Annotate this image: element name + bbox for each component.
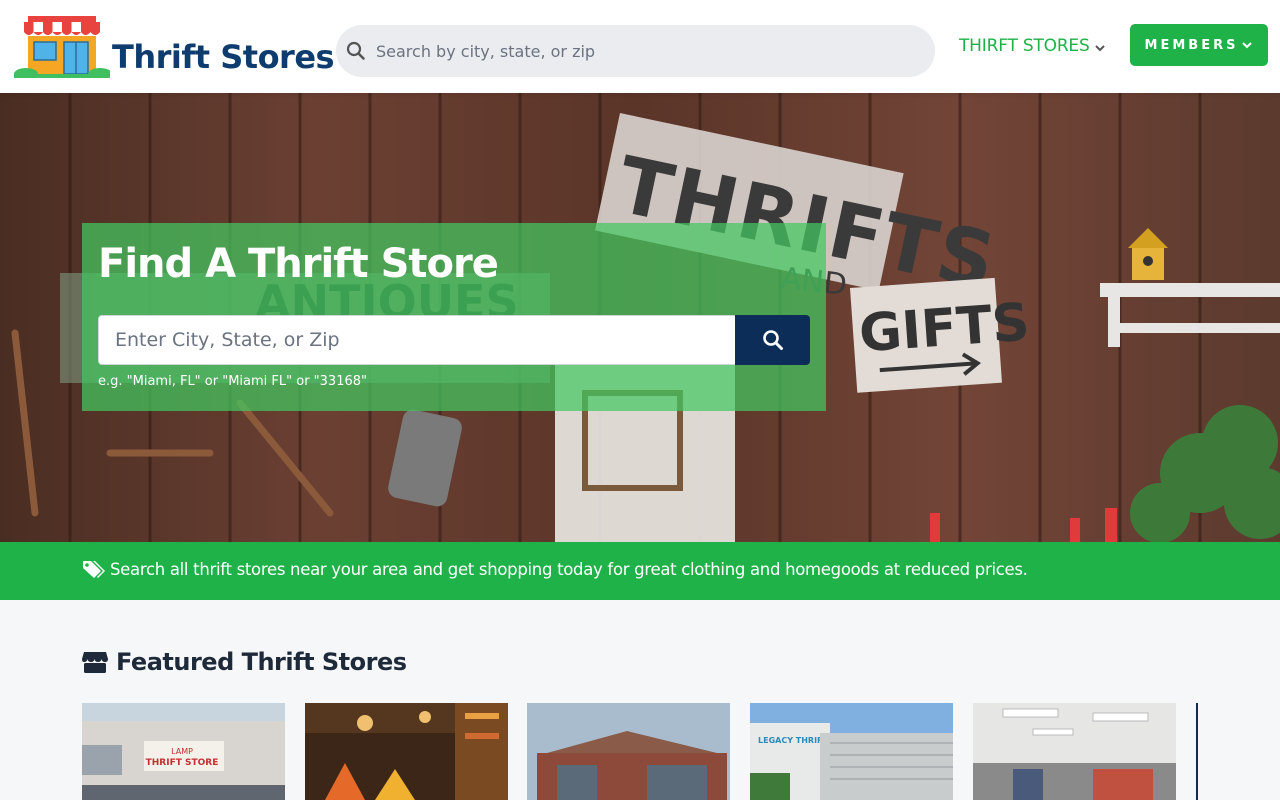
search-hint: e.g. "Miami, FL" or "Miami FL" or "33168…	[98, 374, 367, 389]
featured-store-card[interactable]: LAMP THRIFT STORE	[82, 703, 285, 800]
info-banner: Search all thrift stores near your area …	[0, 542, 1280, 600]
featured-store-card[interactable]: LEGACY THRIFT	[750, 703, 953, 800]
store-icon	[82, 652, 108, 673]
header-search-input[interactable]	[376, 25, 916, 77]
chevron-down-icon	[1094, 45, 1105, 52]
search-icon	[762, 330, 783, 350]
svg-text:GIFTS: GIFTS	[857, 293, 1031, 365]
search-icon	[346, 41, 365, 60]
store-photo: LAMP THRIFT STORE	[82, 703, 285, 800]
nav-thrift-stores[interactable]: THIRFT STORES	[959, 36, 1106, 56]
hero: THRIFTS AND GIFTS ANTIQUES	[0, 93, 1280, 542]
chevron-down-icon	[1242, 42, 1253, 49]
storefront-icon	[14, 16, 110, 78]
store-photo: LEGACY THRIFT	[750, 703, 953, 800]
featured-store-card[interactable]	[305, 703, 508, 800]
members-button[interactable]: MEMBERS	[1130, 24, 1268, 66]
members-label: MEMBERS	[1144, 37, 1239, 53]
store-photo	[973, 703, 1176, 800]
location-search-button[interactable]	[735, 315, 810, 365]
store-sign-top: LAMP	[171, 747, 193, 756]
carousel-edge	[1196, 703, 1198, 800]
featured-store-card[interactable]	[973, 703, 1176, 800]
site-header: Thrift Stores THIRFT STORES MEMBERS	[0, 0, 1280, 93]
find-store-title: Find A Thrift Store	[98, 241, 499, 287]
tags-icon	[83, 561, 105, 578]
store-sign-top: LEGACY THRIFT	[758, 736, 829, 745]
nav-thrift-stores-label: THIRFT STORES	[959, 36, 1090, 56]
store-photo	[527, 703, 730, 800]
featured-store-card[interactable]	[527, 703, 730, 800]
location-search-input[interactable]	[98, 315, 736, 365]
header-search	[336, 25, 935, 77]
store-sign-bottom: THRIFT STORE	[146, 758, 219, 768]
logo[interactable]: Thrift Stores	[14, 14, 335, 78]
brand-name[interactable]: Thrift Stores	[112, 38, 335, 76]
banner-text: Search all thrift stores near your area …	[110, 560, 1028, 579]
find-store-panel: Find A Thrift Store e.g. "Miami, FL" or …	[82, 223, 826, 411]
store-photo	[305, 703, 508, 800]
featured-title: Featured Thrift Stores	[116, 648, 407, 676]
featured-heading: Featured Thrift Stores	[82, 648, 407, 676]
